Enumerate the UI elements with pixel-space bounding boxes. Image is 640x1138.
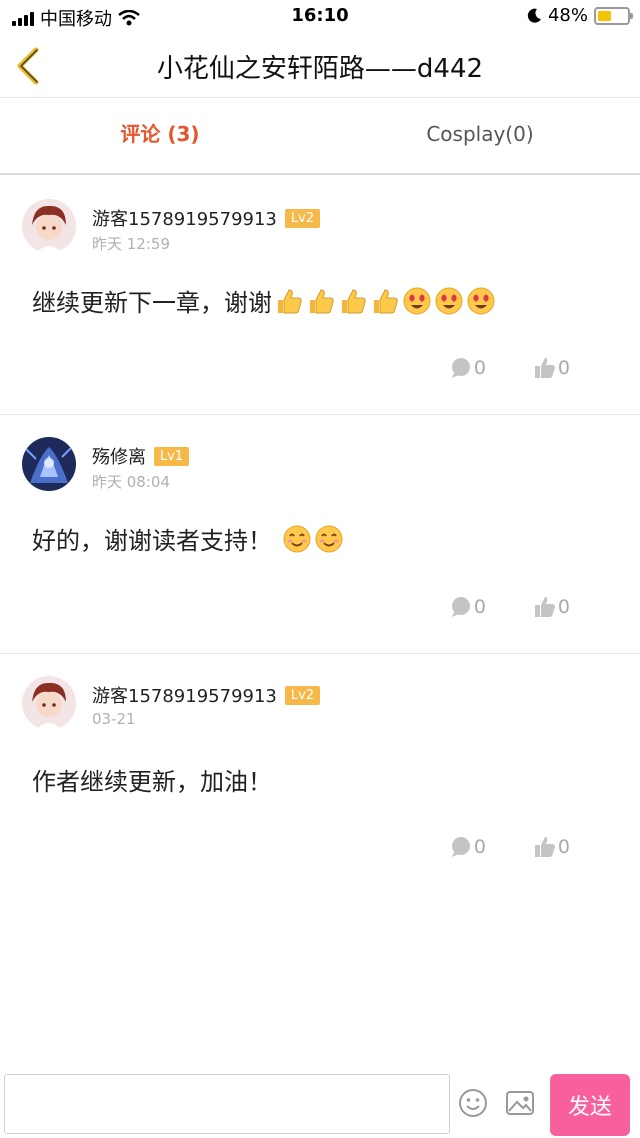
avatar[interactable] bbox=[22, 437, 76, 491]
tab-comments[interactable]: 评论 (3) bbox=[0, 99, 320, 173]
smiling-emoji-icon bbox=[315, 525, 343, 552]
comment-text-row: 继续更新下一章，谢谢 bbox=[32, 283, 496, 318]
level-badge: Lv2 bbox=[284, 208, 321, 228]
user-line: 殇修离 Lv1 bbox=[92, 443, 190, 469]
comment-time: 昨天 08:04 bbox=[92, 473, 170, 491]
comment-actions: 0 0 bbox=[450, 596, 570, 618]
tab-cosplay[interactable]: Cosplay(0) bbox=[320, 99, 640, 173]
image-button[interactable] bbox=[505, 1088, 535, 1118]
reply-count: 0 bbox=[473, 836, 486, 858]
thumbs-up-icon bbox=[534, 597, 555, 617]
send-button[interactable]: 发送 bbox=[550, 1074, 630, 1136]
smiley-icon bbox=[459, 1089, 487, 1117]
like-count: 0 bbox=[557, 357, 570, 379]
status-bar: 中国移动 16:10 48% bbox=[0, 0, 640, 34]
comment-bubble-icon bbox=[451, 358, 470, 378]
reply-button[interactable]: 0 bbox=[450, 596, 486, 618]
heart-eyes-emoji-icon bbox=[467, 287, 495, 314]
avatar[interactable] bbox=[22, 199, 76, 253]
comment-bubble-icon bbox=[451, 597, 470, 617]
emoji-row bbox=[274, 286, 496, 316]
thumbs-up-emoji-icon bbox=[374, 288, 398, 313]
username[interactable]: 殇修离 bbox=[92, 443, 146, 469]
comment-text: 好的，谢谢读者支持！ bbox=[32, 527, 272, 555]
reply-count: 0 bbox=[473, 357, 486, 379]
emoji-button[interactable] bbox=[458, 1088, 488, 1118]
tab-bar: 评论 (3) Cosplay(0) bbox=[0, 99, 640, 175]
avatar[interactable] bbox=[22, 676, 76, 730]
comment-actions: 0 0 bbox=[450, 357, 570, 379]
like-button[interactable]: 0 bbox=[534, 357, 570, 379]
reply-count: 0 bbox=[473, 596, 486, 618]
thumbs-up-emoji-icon bbox=[342, 288, 366, 313]
comment-item: 游客1578919579913 Lv2 03-21 作者继续更新，加油！ 0 0 bbox=[0, 654, 640, 894]
user-line: 游客1578919579913 Lv2 bbox=[92, 205, 321, 231]
image-icon bbox=[506, 1091, 534, 1115]
like-button[interactable]: 0 bbox=[534, 596, 570, 618]
page-title: 小花仙之安轩陌路——d442 bbox=[156, 54, 484, 84]
like-button[interactable]: 0 bbox=[534, 836, 570, 858]
comment-text: 继续更新下一章，谢谢 bbox=[32, 289, 272, 317]
reply-button[interactable]: 0 bbox=[450, 836, 486, 858]
reply-button[interactable]: 0 bbox=[450, 357, 486, 379]
emoji-row bbox=[282, 524, 344, 554]
comment-bubble-icon bbox=[451, 837, 470, 857]
comment-time: 昨天 12:59 bbox=[92, 235, 170, 253]
moon-icon bbox=[527, 8, 541, 23]
heart-eyes-emoji-icon bbox=[435, 287, 463, 314]
comment-composer: 发送 bbox=[0, 1072, 640, 1138]
heart-eyes-emoji-icon bbox=[403, 287, 431, 314]
comment-text-row: 好的，谢谢读者支持！ bbox=[32, 521, 344, 556]
status-right: 48% bbox=[526, 5, 633, 26]
thumbs-up-emoji-icon bbox=[278, 288, 302, 313]
smiling-emoji-icon bbox=[283, 525, 311, 552]
comment-item: 殇修离 Lv1 昨天 08:04 好的，谢谢读者支持！ 0 0 bbox=[0, 415, 640, 654]
comment-actions: 0 0 bbox=[450, 836, 570, 858]
comment-item: 游客1578919579913 Lv2 昨天 12:59 继续更新下一章，谢谢 … bbox=[0, 177, 640, 415]
comment-text-row: 作者继续更新，加油！ bbox=[32, 762, 272, 797]
comment-text: 作者继续更新，加油！ bbox=[32, 768, 272, 796]
thumbs-up-icon bbox=[534, 837, 555, 857]
thumbs-up-icon bbox=[534, 358, 555, 378]
like-count: 0 bbox=[557, 836, 570, 858]
nav-bar: 小花仙之安轩陌路——d442 bbox=[0, 34, 640, 98]
comment-input[interactable] bbox=[4, 1074, 450, 1134]
username[interactable]: 游客1578919579913 bbox=[92, 205, 277, 231]
level-badge: Lv2 bbox=[284, 685, 321, 705]
level-badge: Lv1 bbox=[154, 446, 190, 466]
user-line: 游客1578919579913 Lv2 bbox=[92, 682, 321, 708]
comment-time: 03-21 bbox=[92, 710, 136, 728]
username[interactable]: 游客1578919579913 bbox=[92, 682, 277, 708]
battery-percent: 48% bbox=[547, 5, 588, 26]
battery-icon bbox=[594, 6, 633, 25]
like-count: 0 bbox=[557, 596, 570, 618]
thumbs-up-emoji-icon bbox=[310, 288, 334, 313]
